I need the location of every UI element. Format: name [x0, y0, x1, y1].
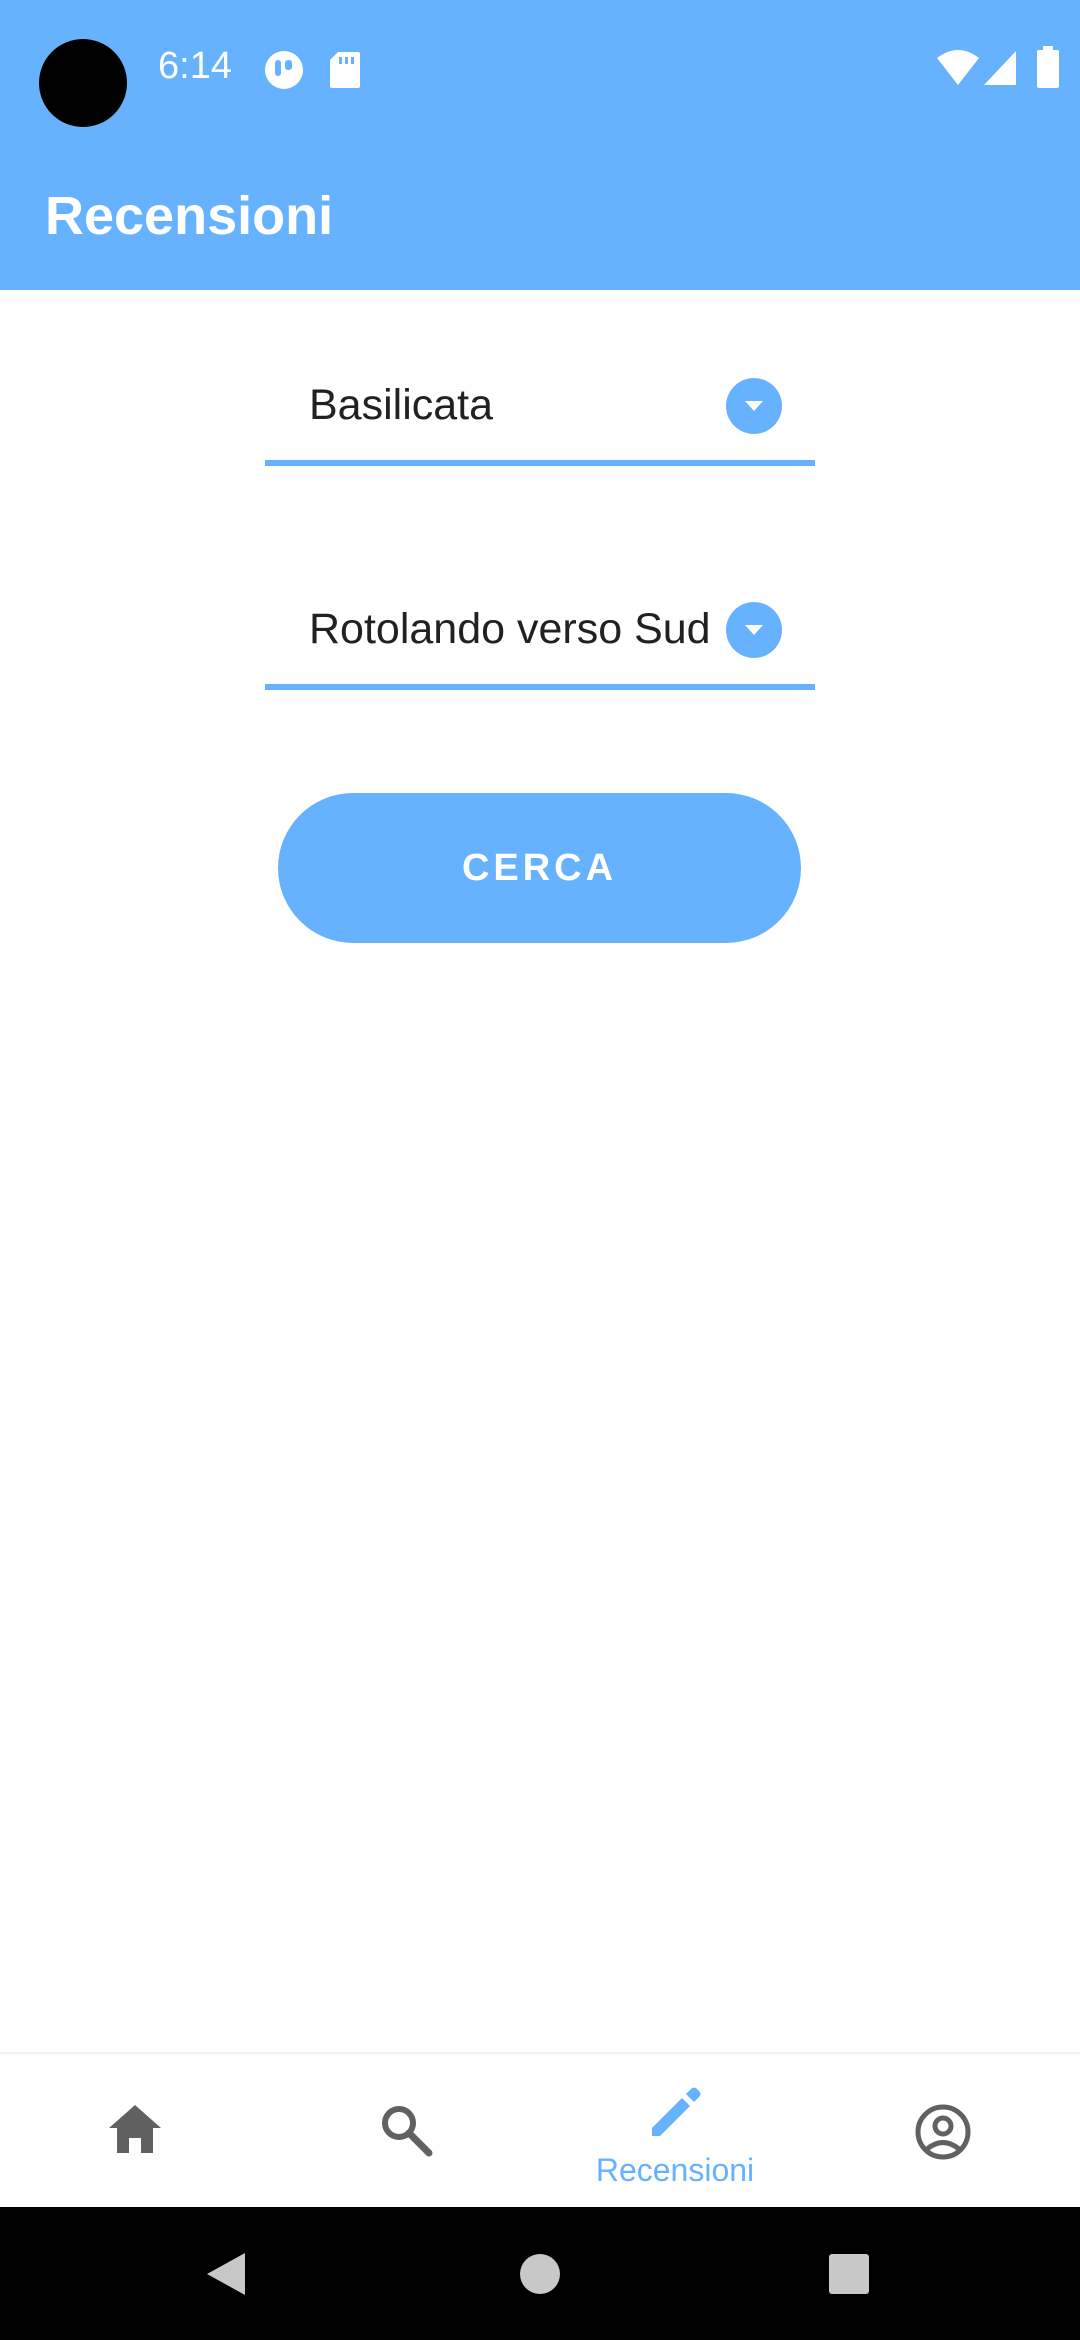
restaurant-dropdown[interactable]: Rotolando verso Sud — [265, 574, 815, 690]
search-button[interactable]: CERCA — [278, 793, 801, 943]
page-title: Recensioni — [45, 186, 334, 246]
nav-item-recensioni[interactable]: Recensioni — [540, 2054, 810, 2209]
recents-icon[interactable] — [828, 2253, 870, 2295]
home-icon — [109, 2105, 161, 2153]
system-navigation-bar — [0, 2207, 1080, 2340]
region-dropdown[interactable]: Basilicata — [265, 350, 815, 466]
nav-item-label: Recensioni — [595, 2152, 755, 2188]
wifi-icon — [937, 50, 979, 85]
sd-card-icon — [330, 52, 360, 88]
nav-item-account[interactable] — [810, 2054, 1080, 2209]
back-icon[interactable] — [203, 2251, 247, 2297]
home-circle-icon[interactable] — [519, 2253, 561, 2295]
app-bar: Recensioni — [0, 140, 1080, 290]
cell-signal-icon — [984, 51, 1016, 85]
nav-item-home[interactable] — [0, 2054, 270, 2209]
account-icon — [915, 2104, 971, 2160]
status-time: 6:14 — [158, 45, 232, 87]
status-bar: 6:14 — [0, 0, 1080, 140]
restaurant-dropdown-value: Rotolando verso Sud — [309, 605, 711, 653]
edit-icon — [652, 2087, 701, 2136]
dropdown-arrow-icon — [726, 602, 782, 658]
battery-icon — [1037, 46, 1059, 88]
search-icon — [382, 2106, 433, 2157]
dropdown-arrow-icon — [726, 378, 782, 434]
nav-item-search[interactable] — [270, 2054, 540, 2209]
notification-app-icon — [265, 51, 303, 89]
bottom-navigation: Recensioni — [0, 2052, 1080, 2209]
camera-cutout — [39, 39, 127, 127]
region-dropdown-value: Basilicata — [309, 381, 494, 429]
